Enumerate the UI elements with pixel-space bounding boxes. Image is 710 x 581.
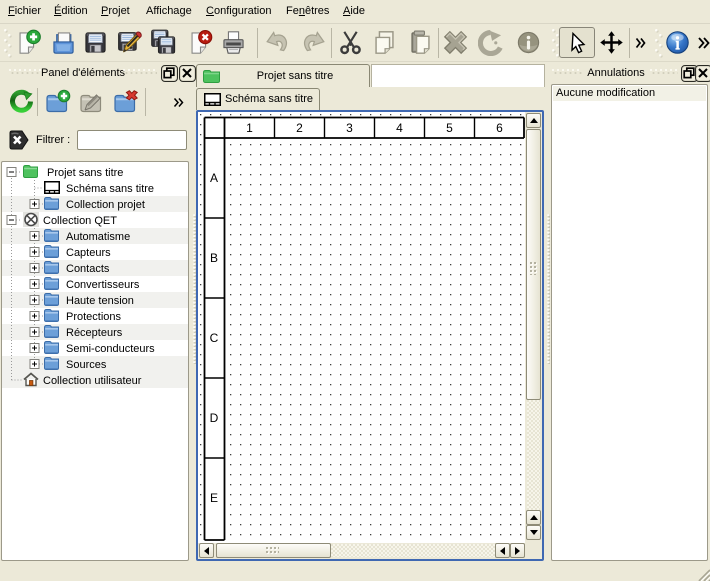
svg-text:5: 5: [446, 121, 453, 135]
svg-text:3: 3: [346, 121, 353, 135]
svg-text:B: B: [210, 251, 218, 265]
svg-text:Convertisseurs: Convertisseurs: [66, 279, 140, 291]
svg-text:Semi-conducteurs: Semi-conducteurs: [66, 343, 155, 355]
svg-text:Récepteurs: Récepteurs: [66, 327, 123, 339]
svg-text:D: D: [210, 411, 219, 425]
svg-text:Haute tension: Haute tension: [66, 295, 134, 307]
svg-text:Collection utilisateur: Collection utilisateur: [43, 375, 142, 387]
svg-text:Collection projet: Collection projet: [66, 199, 145, 211]
svg-text:Sources: Sources: [66, 359, 107, 371]
svg-text:Schéma sans titre: Schéma sans titre: [66, 183, 154, 195]
svg-text:Automatisme: Automatisme: [66, 231, 130, 243]
svg-text:Contacts: Contacts: [66, 263, 110, 275]
svg-text:2: 2: [296, 121, 303, 135]
svg-text:Protections: Protections: [66, 311, 122, 323]
svg-text:Projet sans titre: Projet sans titre: [47, 167, 123, 179]
svg-text:1: 1: [246, 121, 253, 135]
svg-text:Collection QET: Collection QET: [43, 215, 117, 227]
svg-text:C: C: [210, 331, 219, 345]
svg-text:4: 4: [396, 121, 403, 135]
svg-text:Capteurs: Capteurs: [66, 247, 111, 259]
svg-text:6: 6: [496, 121, 503, 135]
svg-text:A: A: [210, 171, 218, 185]
svg-text:E: E: [210, 491, 218, 505]
